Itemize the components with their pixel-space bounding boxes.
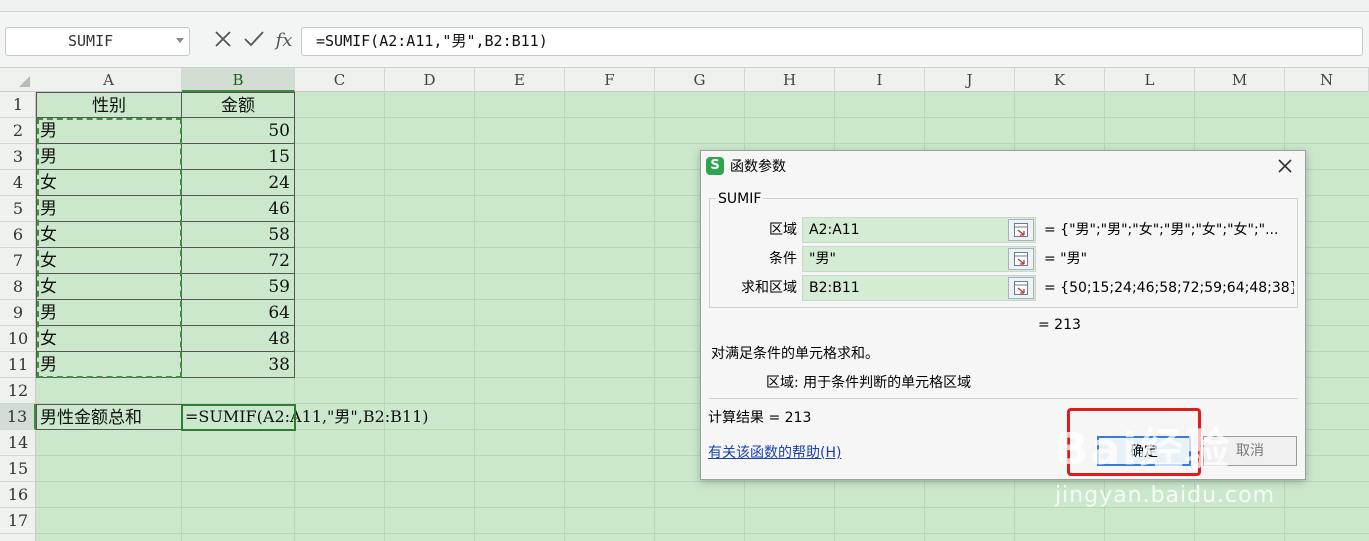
table-row-amount[interactable]: 72 [182, 248, 295, 274]
dialog-title: 函数参数 [730, 159, 786, 175]
table-row-amount[interactable]: 58 [182, 222, 295, 248]
range-selection-marquee [37, 118, 182, 378]
column-header-n[interactable]: N [1285, 68, 1369, 92]
row-header[interactable]: 12 [0, 378, 36, 404]
cancel-icon[interactable] [210, 29, 236, 53]
row-header[interactable]: 2 [0, 118, 36, 144]
param-result: = {"男";"男";"女";"男";"女";"女";"... [1044, 222, 1279, 238]
row-header[interactable]: 10 [0, 326, 36, 352]
column-header-a[interactable]: A [36, 68, 182, 92]
param-label: 区域 [769, 222, 797, 238]
app-logo-icon: S [706, 157, 724, 175]
cell-b1[interactable]: 金额 [182, 92, 295, 118]
select-all-corner[interactable] [19, 76, 30, 87]
table-row-amount[interactable]: 64 [182, 300, 295, 326]
param-hint: 区域: 用于条件判断的单元格区域 [766, 375, 972, 391]
row-header[interactable]: 8 [0, 274, 36, 300]
row-header[interactable]: 4 [0, 170, 36, 196]
fx-icon[interactable]: fx [272, 29, 296, 53]
column-header-g[interactable]: G [655, 68, 745, 92]
close-icon[interactable] [1274, 155, 1296, 177]
table-row-amount[interactable]: 38 [182, 352, 295, 378]
table-row-amount[interactable]: 24 [182, 170, 295, 196]
watermark-logo: Bai经验 [1055, 424, 1232, 475]
function-total: = 213 [1038, 317, 1081, 333]
range-picker-button[interactable] [1008, 219, 1034, 241]
divider [709, 398, 1298, 399]
row-header[interactable]: 5 [0, 196, 36, 222]
range-picker-button[interactable] [1008, 248, 1034, 270]
name-box[interactable]: SUMIF [5, 27, 190, 56]
param-result: = {50;15;24;46;58;72;59;64;48;38} [1044, 280, 1294, 296]
column-headers: A B C D E F G H I J K L M N [0, 68, 1369, 92]
cell-a13[interactable]: 男性金额总和 [36, 404, 182, 430]
table-row-amount[interactable]: 59 [182, 274, 295, 300]
sum-range-input[interactable]: B2:B11 [802, 275, 1036, 301]
param-label: 求和区域 [741, 280, 797, 296]
column-header-j[interactable]: J [925, 68, 1015, 92]
row-header[interactable]: 6 [0, 222, 36, 248]
column-header-k[interactable]: K [1015, 68, 1105, 92]
row-headers: 1 2 3 4 5 6 7 8 9 10 11 12 13 14 15 16 1… [0, 92, 36, 541]
row-header[interactable]: 16 [0, 482, 36, 508]
row-header[interactable]: 13 [0, 404, 36, 430]
row-header[interactable]: 1 [0, 92, 36, 118]
check-icon[interactable] [241, 29, 267, 53]
row-header[interactable]: 11 [0, 352, 36, 378]
formula-input[interactable]: =SUMIF(A2:A11,"男",B2:B11) [301, 27, 1363, 56]
criteria-input[interactable]: "男" [802, 246, 1036, 272]
row-header[interactable]: 7 [0, 248, 36, 274]
help-link[interactable]: 有关该函数的帮助(H) [708, 443, 841, 463]
column-header-m[interactable]: M [1195, 68, 1285, 92]
active-cell-border [181, 404, 296, 431]
toolbar-strip [0, 0, 1369, 12]
column-header-b[interactable]: B [182, 68, 295, 92]
function-name: SUMIF [716, 189, 764, 209]
row-header[interactable]: 9 [0, 300, 36, 326]
row-header[interactable]: 17 [0, 508, 36, 534]
column-header-e[interactable]: E [475, 68, 565, 92]
table-row-amount[interactable]: 48 [182, 326, 295, 352]
column-header-h[interactable]: H [745, 68, 835, 92]
cell-a1[interactable]: 性别 [36, 92, 182, 118]
column-header-d[interactable]: D [385, 68, 475, 92]
table-row-amount[interactable]: 15 [182, 144, 295, 170]
param-result: = "男" [1044, 251, 1088, 267]
chevron-down-icon[interactable] [176, 38, 184, 43]
range-picker-button[interactable] [1008, 277, 1034, 299]
table-row-amount[interactable]: 50 [182, 118, 295, 144]
column-header-f[interactable]: F [565, 68, 655, 92]
range-input[interactable]: A2:A11 [802, 217, 1036, 243]
watermark-url: jingyan.baidu.com [1055, 483, 1276, 508]
row-header[interactable]: 15 [0, 456, 36, 482]
column-header-c[interactable]: C [295, 68, 385, 92]
column-header-i[interactable]: I [835, 68, 925, 92]
table-row-amount[interactable]: 46 [182, 196, 295, 222]
column-header-l[interactable]: L [1105, 68, 1195, 92]
row-header[interactable]: 14 [0, 430, 36, 456]
calc-result: 计算结果 = 213 [708, 410, 812, 426]
row-header[interactable]: 3 [0, 144, 36, 170]
param-label: 条件 [769, 251, 797, 267]
function-description: 对满足条件的单元格求和。 [711, 346, 879, 362]
